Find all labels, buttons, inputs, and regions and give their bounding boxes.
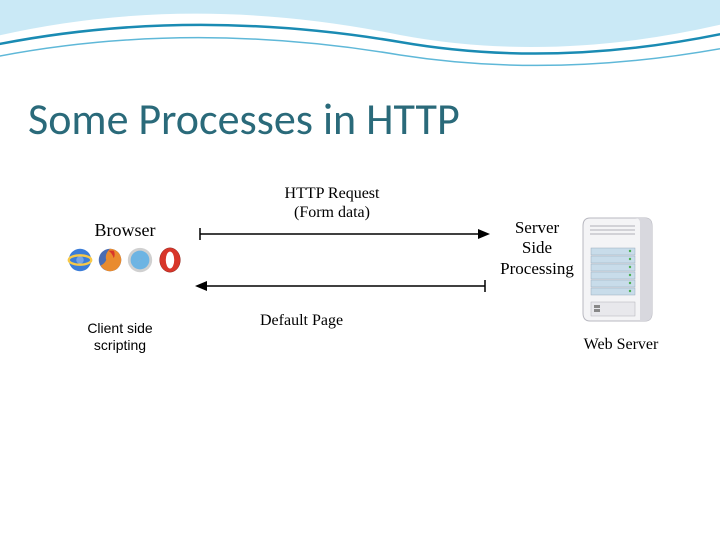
- browser-label: Browser: [60, 220, 190, 241]
- server-side-line1: Server: [492, 218, 582, 238]
- browser-icons-row: [60, 245, 190, 275]
- response-arrow-icon: [195, 280, 490, 292]
- default-page-label: Default Page: [260, 312, 343, 330]
- browser-group: Browser: [60, 220, 190, 275]
- request-arrow-icon: [195, 228, 490, 240]
- slide-title: Some Processes in HTTP: [28, 92, 460, 146]
- wave-decoration: [0, 0, 720, 80]
- client-side-line1: Client side scripting: [65, 320, 175, 354]
- firefox-icon: [95, 245, 125, 275]
- client-side-scripting-label: Client side scripting: [65, 320, 175, 354]
- http-request-label: HTTP Request (Form data): [252, 184, 412, 222]
- opera-icon: [155, 245, 185, 275]
- web-server-label: Web Server: [566, 336, 676, 354]
- internet-explorer-icon: [65, 245, 95, 275]
- http-request-line2: (Form data): [252, 203, 412, 222]
- server-side-processing-label: Server Side Processing: [492, 218, 582, 279]
- safari-icon: [125, 245, 155, 275]
- web-server-icon: [580, 208, 660, 333]
- server-side-line2: Side: [492, 238, 582, 258]
- http-request-line1: HTTP Request: [252, 184, 412, 203]
- server-side-line3: Processing: [492, 259, 582, 279]
- http-diagram: Browser Client side scripting HTTP Reque…: [60, 180, 670, 380]
